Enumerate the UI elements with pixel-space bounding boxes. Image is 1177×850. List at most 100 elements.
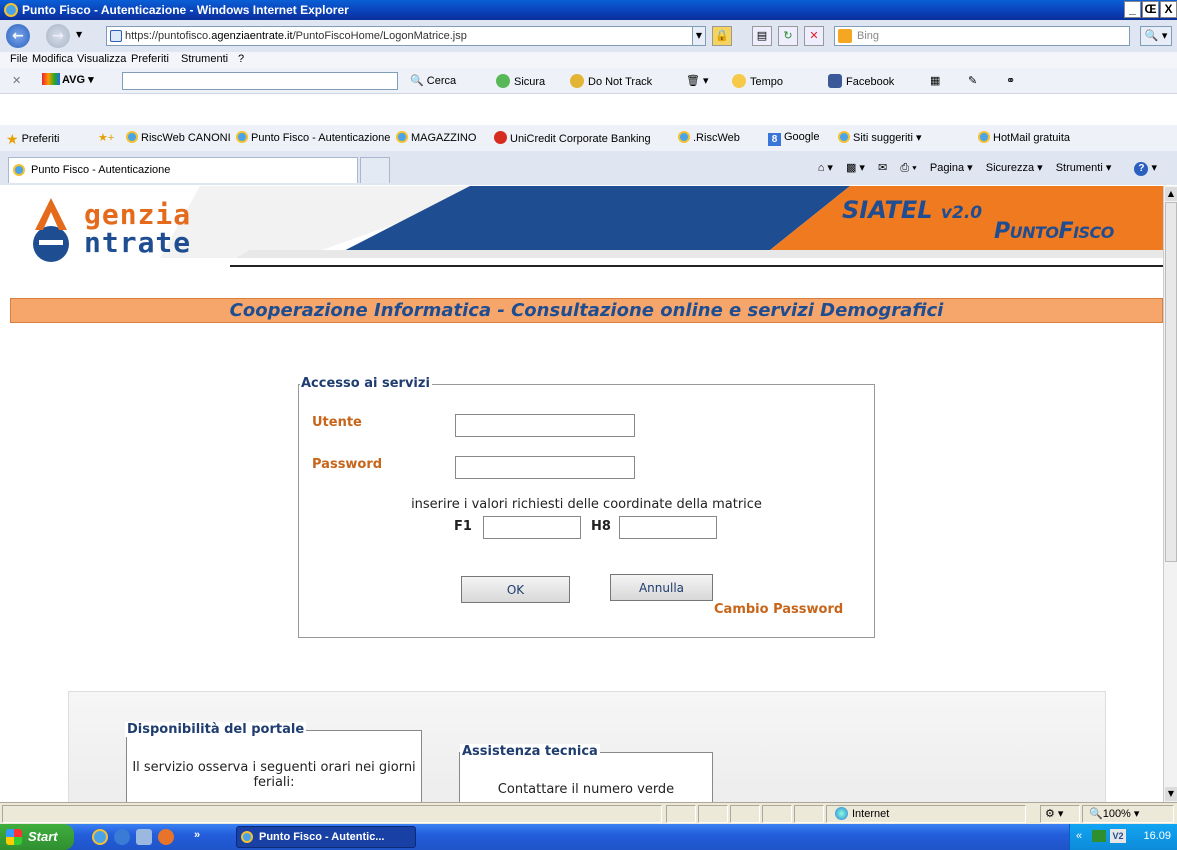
search-input[interactable]: Bing (834, 26, 1130, 46)
avg-facebook-button[interactable]: Facebook (828, 74, 894, 88)
menu-sicurezza[interactable]: Sicurezza ▾ (986, 162, 1043, 174)
close-toolbar-icon[interactable]: ✕ (12, 74, 21, 87)
avg-search-input[interactable] (122, 72, 398, 90)
menu-help[interactable]: ? (238, 53, 244, 65)
puntofisco-isco: ISCO (1073, 223, 1114, 242)
favorites-label: Preferiti (21, 133, 60, 145)
google-icon: 8 (768, 133, 781, 146)
forward-button[interactable]: → (46, 24, 70, 48)
fav-label: HotMail gratuita (993, 132, 1071, 144)
fav-item-siti-suggeriti[interactable]: Siti suggeriti ▾ (838, 131, 922, 144)
login-legend: Accesso ai servizi (300, 376, 432, 391)
address-input[interactable]: https://puntofisco.agenziaentrate.it/Pun… (106, 26, 706, 46)
cancel-button[interactable]: Annulla (610, 574, 713, 601)
refresh-icon[interactable]: ↻ (778, 26, 798, 46)
coord2-input[interactable] (619, 516, 717, 539)
address-dropdown-button[interactable]: ▼ (692, 26, 706, 46)
quicklaunch-firefox-icon[interactable] (158, 829, 174, 845)
menu-preferiti[interactable]: Preferiti (131, 53, 169, 65)
fav-item-riscweb-canoni[interactable]: RiscWeb CANONI (126, 131, 231, 144)
fav-item-riscweb[interactable]: .RiscWeb (678, 131, 740, 144)
search-icon: 🔍 (410, 75, 424, 87)
fav-item-hotmail[interactable]: HotMail gratuita (978, 131, 1070, 144)
avg-cerca-button[interactable]: 🔍 Cerca (410, 74, 456, 87)
taskbar-item-punto-fisco[interactable]: Punto Fisco - Autentic... (236, 826, 416, 848)
lock-icon[interactable]: 🔒 (712, 26, 732, 46)
fav-label: Google (784, 131, 820, 143)
ie-page-icon (13, 164, 25, 176)
avg-menu[interactable]: AVG ▾ (42, 73, 94, 86)
avg-logo-icon (42, 73, 60, 85)
help-button[interactable]: ? ▾ (1124, 162, 1157, 176)
coord1-input[interactable] (483, 516, 581, 539)
maximize-button[interactable]: Œ (1142, 1, 1159, 18)
search-tool-icon[interactable]: ⚭ (1006, 74, 1015, 87)
avg-dnt-button[interactable]: Do Not Track (570, 74, 652, 88)
avg-trash-button[interactable]: 🗑 ▾ (686, 74, 709, 87)
menu-file[interactable]: File (10, 53, 28, 65)
compatibility-icon[interactable]: ▤ (752, 26, 772, 46)
stop-icon[interactable]: ✕ (804, 26, 824, 46)
protected-mode-button[interactable]: ⚙ ▾ (1040, 805, 1080, 823)
print-icon[interactable]: ⎙ ▾ (900, 162, 916, 174)
feeds-icon[interactable]: ▩ ▾ (846, 162, 865, 174)
close-button[interactable]: X (1160, 1, 1177, 18)
new-tab-button[interactable] (360, 157, 390, 183)
scroll-down-icon[interactable]: ▼ (1165, 787, 1177, 801)
quicklaunch-back-icon[interactable] (114, 829, 130, 845)
trash-icon: 🗑 (686, 75, 700, 87)
avg-dnt-label: Do Not Track (588, 76, 653, 88)
quicklaunch-ie-icon[interactable] (92, 829, 108, 845)
status-pane (698, 805, 728, 823)
fav-item-google[interactable]: 8 Google (768, 131, 819, 146)
avg-tempo-button[interactable]: Tempo (732, 74, 783, 88)
favorites-bar: ★ Preferiti ★+ RiscWeb CANONI Punto Fisco… (0, 125, 1177, 151)
add-favorite-icon[interactable]: ★+ (98, 131, 114, 144)
menu-strumenti[interactable]: Strumenti (181, 53, 228, 65)
globe-icon (835, 807, 848, 820)
tray-expand-icon[interactable]: « (1076, 830, 1082, 842)
fav-item-punto-fisco[interactable]: Punto Fisco - Autenticazione (236, 131, 390, 144)
favorites-button[interactable]: ★ Preferiti (6, 131, 59, 148)
start-button[interactable]: Start (0, 824, 74, 850)
ie-page-icon (126, 131, 138, 143)
siatel-version: v2.0 (940, 203, 983, 223)
quicklaunch-more-icon[interactable]: » (194, 829, 200, 841)
matrix-instructions: inserire i valori richiesti delle coordi… (411, 497, 762, 512)
user-input[interactable] (455, 414, 635, 437)
network-icon[interactable] (1092, 830, 1106, 842)
header-banner: genzia ntrate SIATEL v2.0 PUNTOFISCO (0, 186, 1163, 278)
tech-support-text: Contattare il numero verde (497, 782, 675, 797)
ok-button[interactable]: OK (461, 576, 570, 603)
vpn-icon[interactable]: V2 (1110, 829, 1126, 843)
menu-pagina[interactable]: Pagina ▾ (930, 162, 973, 174)
fav-label: UniCredit Corporate Banking (510, 133, 651, 145)
tab-punto-fisco[interactable]: Punto Fisco - Autenticazione (8, 157, 358, 183)
fav-item-unicredit[interactable]: UniCredit Corporate Banking (494, 131, 651, 145)
avg-sicura-button[interactable]: Sicura (496, 74, 545, 88)
mail-icon[interactable]: ✉ (878, 162, 887, 174)
minimize-button[interactable]: _ (1124, 1, 1141, 18)
zone-label: Internet (852, 808, 890, 820)
password-input[interactable] (455, 456, 635, 479)
notepad-icon[interactable]: ✎ (968, 74, 977, 87)
status-text-pane (2, 805, 662, 823)
agenzia-logo-icon (33, 198, 69, 262)
fav-item-magazzino[interactable]: MAGAZZINO (396, 131, 476, 144)
menu-visualizza[interactable]: Visualizza (77, 53, 126, 65)
zoom-button[interactable]: 🔍100% ▾ (1082, 805, 1174, 823)
search-placeholder: Bing (857, 30, 880, 42)
scroll-thumb[interactable] (1165, 202, 1177, 562)
scroll-up-icon[interactable]: ▲ (1165, 187, 1177, 201)
search-button[interactable]: 🔍 ▾ (1140, 26, 1172, 46)
history-dropdown-icon[interactable]: ▼ (76, 30, 82, 39)
page-scrollbar[interactable]: ▲ ▼ (1163, 186, 1177, 802)
change-password-link[interactable]: Cambio Password (714, 602, 843, 617)
menu-strumenti-cmd[interactable]: Strumenti ▾ (1056, 162, 1112, 174)
quicklaunch-desktop-icon[interactable] (136, 829, 152, 845)
menu-modifica[interactable]: Modifica (32, 53, 73, 65)
home-icon[interactable]: ⌂ ▾ (818, 162, 833, 174)
zoom-label: 100% (1102, 808, 1131, 820)
back-button[interactable]: ← (6, 24, 30, 48)
calculator-icon[interactable]: ▦ (930, 74, 940, 87)
